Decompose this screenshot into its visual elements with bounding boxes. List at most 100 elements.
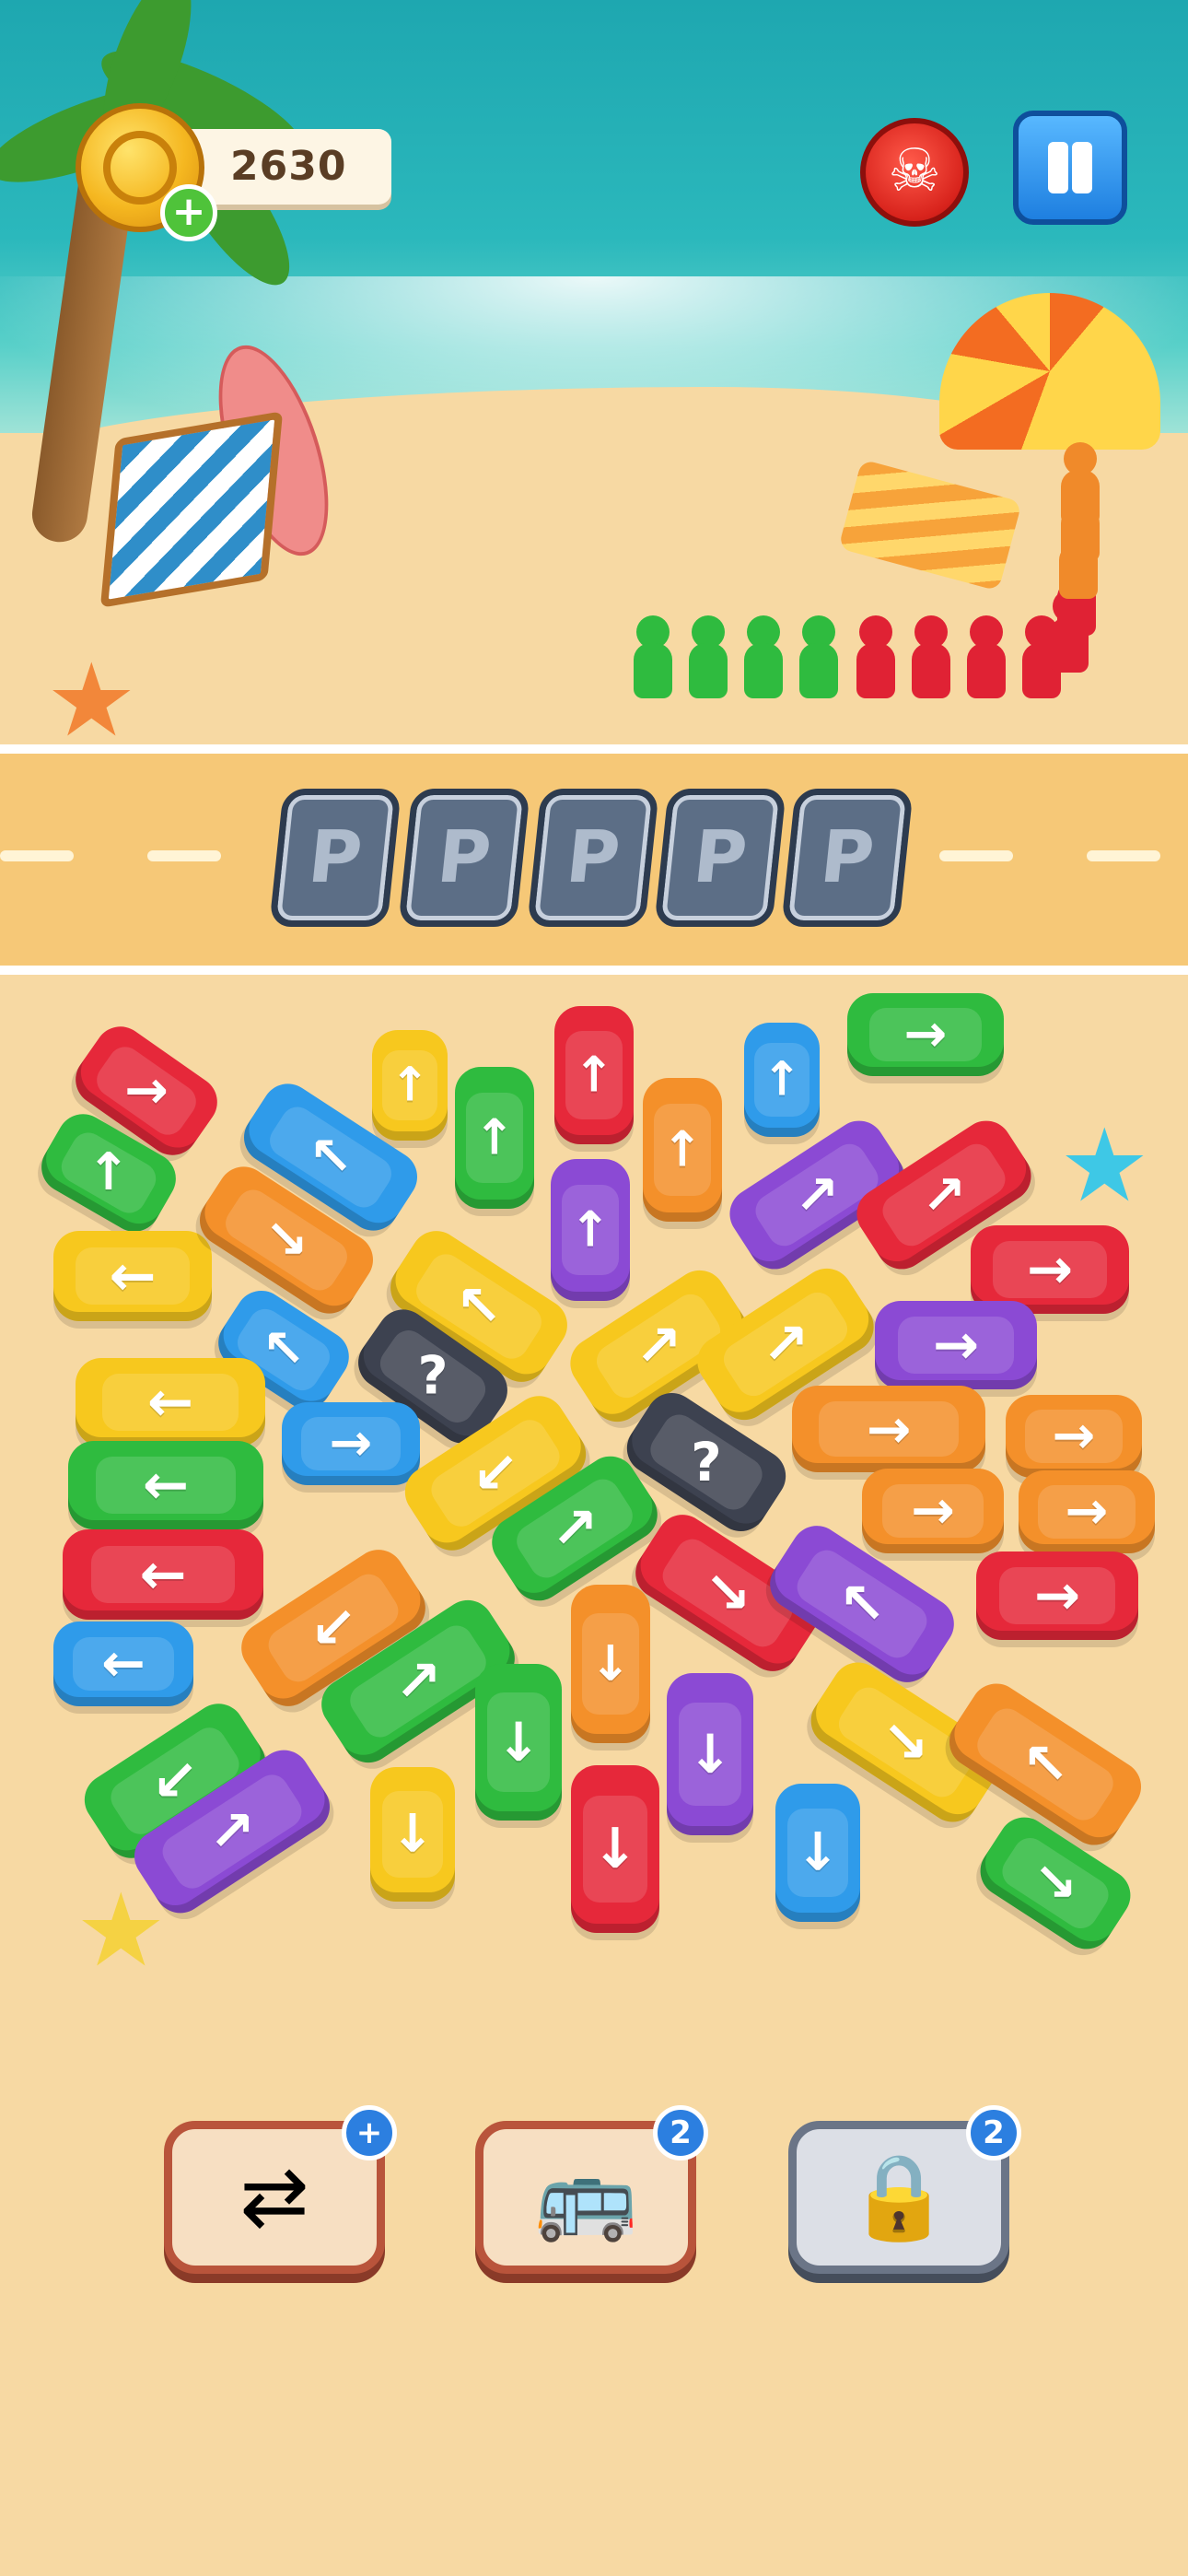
count-badge: 2	[653, 2105, 708, 2160]
arrow-icon: →	[1052, 1406, 1096, 1466]
yellow-car[interactable]: ←	[76, 1358, 265, 1446]
passenger	[744, 615, 783, 698]
arrow-icon: ↓	[687, 1723, 733, 1786]
orange-car[interactable]: →	[792, 1386, 985, 1472]
arrow-icon: ↗	[208, 1799, 256, 1864]
yellow-car[interactable]: ↑	[372, 1030, 448, 1141]
arrow-icon: ↑	[473, 1109, 516, 1166]
blue-car[interactable]: ↓	[775, 1784, 860, 1922]
passenger	[689, 615, 728, 698]
purple-car[interactable]: ↑	[551, 1159, 630, 1301]
starfish-icon: ★	[1059, 1107, 1150, 1224]
count-badge: 2	[966, 2105, 1021, 2160]
arrow-icon: ↓	[390, 1803, 435, 1865]
arrow-icon: ↑	[762, 1052, 802, 1107]
arrow-icon: ↓	[796, 1821, 840, 1883]
parking-slot[interactable]: P	[398, 789, 530, 927]
green-car[interactable]: ←	[68, 1441, 263, 1529]
skull-icon[interactable]: ☠	[860, 118, 969, 227]
red-car[interactable]: ↓	[571, 1765, 659, 1933]
passenger	[799, 615, 838, 698]
arrow-icon: ↗	[762, 1311, 809, 1377]
passenger	[967, 615, 1006, 698]
passenger	[634, 615, 672, 698]
arrow-icon: →	[124, 1060, 169, 1121]
pause-button[interactable]	[1013, 111, 1127, 225]
orange-car[interactable]: ↓	[571, 1585, 650, 1743]
shuffle-bus-button[interactable]: 🚌 2	[475, 2105, 708, 2274]
arrow-icon: ↗	[794, 1164, 840, 1226]
parking-slot[interactable]: P	[269, 789, 402, 927]
arrow-icon: ↓	[589, 1635, 632, 1692]
arrow-icon: →	[1033, 1563, 1081, 1628]
passenger	[1061, 442, 1100, 525]
starfish-icon: ★	[46, 641, 137, 759]
arrow-icon: ↖	[309, 1126, 353, 1188]
game-scene: ★ ★ ★ 2630 + ☠ P P P P P → ↑ ↑ ↑ → ↑ ↖ ↑ ↑ ↗ ↗ ↑ ← ↘ ↖…	[0, 0, 1188, 2576]
arrow-icon: ↓	[591, 1817, 639, 1881]
yellow-car[interactable]: ←	[53, 1231, 212, 1321]
green-car[interactable]: →	[847, 993, 1004, 1076]
parking-slot[interactable]: P	[654, 789, 786, 927]
arrow-icon: ↑	[390, 1058, 430, 1113]
blue-car[interactable]: →	[282, 1402, 420, 1485]
arrow-icon: ←	[101, 1633, 146, 1694]
green-car[interactable]: ↓	[475, 1664, 562, 1821]
arrow-icon: ↖	[1021, 1731, 1069, 1797]
arrow-icon: ↙	[309, 1595, 357, 1661]
coin-amount: 2630	[230, 143, 347, 190]
arrow-icon: →	[1026, 1237, 1074, 1302]
arrow-icon: ←	[109, 1243, 157, 1309]
pause-icon	[1048, 142, 1068, 193]
arrow-icon: ↙	[472, 1440, 519, 1506]
beach-chair-icon	[99, 411, 284, 608]
orange-car[interactable]: →	[862, 1469, 1004, 1553]
arrow-icon: ←	[142, 1453, 190, 1517]
arrow-icon: ↑	[569, 1201, 611, 1259]
green-car[interactable]: ↑	[455, 1067, 534, 1209]
arrow-icon: ↓	[495, 1711, 542, 1774]
red-car[interactable]: ←	[63, 1529, 263, 1620]
parking-road: P P P P P	[0, 744, 1188, 975]
parking-slot[interactable]: P	[527, 789, 659, 927]
arrow-icon: →	[911, 1480, 955, 1541]
orange-car[interactable]: ↑	[643, 1078, 722, 1222]
arrow-icon: →	[329, 1413, 373, 1473]
red-car[interactable]: ↑	[554, 1006, 634, 1144]
arrow-icon: ↘	[704, 1560, 751, 1626]
parking-slot[interactable]: P	[781, 789, 914, 927]
yellow-car[interactable]: ↓	[370, 1767, 455, 1902]
unlock-slot-button[interactable]: 🔒 2	[788, 2105, 1021, 2274]
arrow-icon: ↗	[551, 1495, 599, 1562]
arrow-icon: ↑	[573, 1047, 615, 1104]
arrow-icon: ←	[146, 1370, 194, 1434]
arrow-icon: →	[1065, 1481, 1109, 1541]
arrow-icon: ↖	[455, 1274, 503, 1339]
blue-car[interactable]: ↑	[744, 1023, 820, 1137]
question-icon: ?	[691, 1431, 722, 1493]
add-coins-button[interactable]: +	[160, 184, 217, 241]
starfish-icon: ★	[76, 1871, 167, 1989]
arrow-icon: ↗	[394, 1648, 442, 1715]
orange-car[interactable]: →	[1006, 1395, 1142, 1478]
arrow-icon: ↘	[1033, 1852, 1077, 1914]
orange-car[interactable]: →	[1019, 1470, 1155, 1553]
purple-car[interactable]: →	[875, 1301, 1037, 1389]
red-car[interactable]: →	[976, 1551, 1138, 1640]
passenger	[856, 615, 895, 698]
purple-car[interactable]: ↓	[667, 1673, 753, 1835]
lock-icon: 🔒	[846, 2149, 951, 2245]
arrow-icon: ↘	[881, 1709, 929, 1775]
bus-icon: 🚌	[533, 2149, 638, 2245]
arrow-icon: ↖	[262, 1319, 306, 1379]
arrow-icon: ←	[139, 1541, 187, 1608]
arrow-icon: →	[932, 1313, 980, 1377]
add-badge: +	[342, 2105, 397, 2160]
question-icon: ?	[417, 1345, 448, 1407]
arrow-icon: ↘	[264, 1209, 309, 1270]
arrow-icon: ↖	[838, 1571, 886, 1637]
blue-car[interactable]: ←	[53, 1622, 193, 1706]
swap-passenger-button[interactable]: ⇄ +	[164, 2105, 397, 2274]
swap-person-icon: ⇄	[239, 2149, 309, 2245]
arrow-icon: →	[903, 1004, 948, 1064]
